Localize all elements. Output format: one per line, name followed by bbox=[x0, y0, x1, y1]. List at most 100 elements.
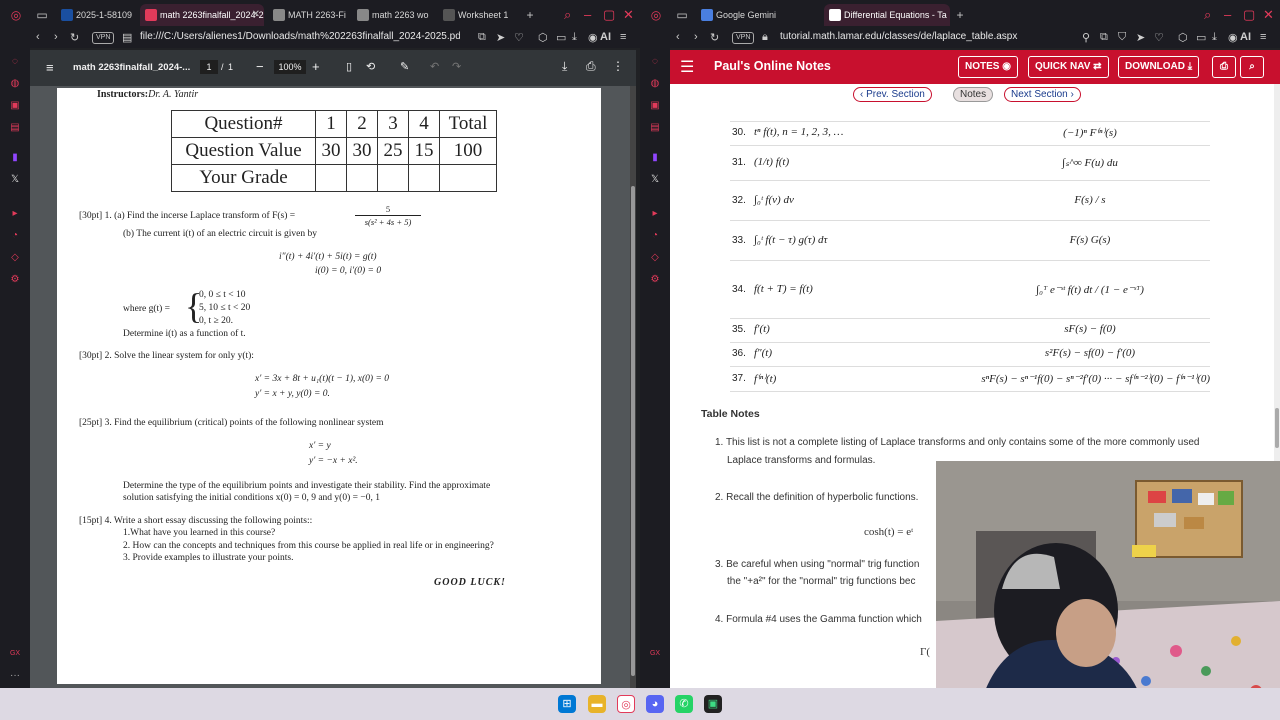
twitch-icon[interactable]: ▮ bbox=[9, 152, 21, 164]
close-window-icon[interactable]: ✕ bbox=[1263, 6, 1274, 24]
vpn-badge[interactable]: VPN bbox=[92, 32, 115, 44]
fit-page-icon[interactable]: ▯ bbox=[346, 60, 352, 73]
sidebar-app-icon[interactable]: ▤ bbox=[9, 122, 21, 134]
bookmarks-icon[interactable]: ◇ bbox=[9, 252, 21, 264]
camera-icon[interactable]: ◉ bbox=[588, 31, 598, 44]
gx-icon[interactable]: GX bbox=[649, 648, 661, 660]
player-icon[interactable]: ▸ bbox=[649, 208, 661, 220]
right-tab-2[interactable]: Differential Equations - Ta bbox=[824, 4, 950, 26]
minimize-icon[interactable]: – bbox=[1224, 6, 1231, 24]
right-tab-1[interactable]: Google Gemini bbox=[696, 4, 820, 26]
more-icon[interactable]: ··· bbox=[9, 670, 21, 682]
left-tab-1[interactable]: 2025-1-58109 bbox=[56, 4, 136, 26]
left-tab-4[interactable]: math 2263 wo bbox=[352, 4, 434, 26]
history-icon[interactable]: ◔ bbox=[649, 230, 661, 242]
notes-button[interactable]: NOTES ◉ bbox=[958, 56, 1018, 78]
quick-nav-button[interactable]: QUICK NAV ⇄ bbox=[1028, 56, 1109, 78]
maximize-icon[interactable]: ▢ bbox=[1243, 6, 1255, 24]
pdf-scrollbar-thumb[interactable] bbox=[631, 186, 635, 676]
download-icon[interactable]: ⤓ bbox=[572, 31, 577, 44]
forward-icon[interactable]: › bbox=[694, 31, 698, 43]
print-button[interactable]: ⎙ bbox=[1212, 56, 1236, 78]
whatsapp-icon[interactable]: ✆ bbox=[675, 695, 693, 713]
sidebar-app-icon[interactable]: ◍ bbox=[9, 78, 21, 90]
history-icon[interactable]: ◔ bbox=[9, 230, 21, 242]
prev-section-link[interactable]: ‹ Prev. Section bbox=[853, 87, 932, 102]
shield-icon[interactable]: ⛉ bbox=[1118, 31, 1126, 44]
back-icon[interactable]: ‹ bbox=[36, 31, 40, 43]
wallet-icon[interactable]: ▭ bbox=[556, 31, 566, 44]
send-icon[interactable]: ➤ bbox=[496, 31, 505, 44]
pin-icon[interactable]: ⚲ bbox=[1082, 31, 1090, 44]
back-icon[interactable]: ‹ bbox=[676, 31, 680, 43]
minimize-icon[interactable]: – bbox=[584, 6, 591, 24]
pdf-menu-icon[interactable]: ≡ bbox=[46, 60, 54, 75]
print-icon[interactable]: ⎙ bbox=[586, 59, 596, 74]
send-icon[interactable]: ➤ bbox=[1136, 31, 1145, 44]
menu-icon[interactable]: ≡ bbox=[620, 31, 626, 43]
left-tab-3[interactable]: MATH 2263-Fi bbox=[268, 4, 348, 26]
sidebar-app-icon[interactable]: ◍ bbox=[649, 78, 661, 90]
settings-icon[interactable]: ⚙ bbox=[649, 274, 661, 286]
extensions-icon[interactable]: ⬡ bbox=[538, 31, 548, 44]
next-section-link[interactable]: Next Section › bbox=[1004, 87, 1081, 102]
url-field[interactable]: tutorial.math.lamar.edu/classes/de/lapla… bbox=[780, 31, 1017, 42]
more-options-icon[interactable]: ⋮ bbox=[612, 59, 624, 73]
heart-icon[interactable]: ♡ bbox=[1154, 31, 1164, 44]
reload-icon[interactable]: ↻ bbox=[70, 31, 79, 44]
redo-icon[interactable]: ↷ bbox=[452, 60, 461, 73]
opera-gx-taskbar-icon[interactable]: ◎ bbox=[617, 695, 635, 713]
settings-icon[interactable]: ⚙ bbox=[9, 274, 21, 286]
sidebar-app-icon[interactable]: ▣ bbox=[9, 100, 21, 112]
camera-icon[interactable]: ◉ bbox=[1228, 31, 1238, 44]
search-tabs-icon[interactable]: ⌕ bbox=[564, 6, 571, 24]
search-tabs-icon[interactable]: ⌕ bbox=[1204, 6, 1211, 24]
pdf-download-icon[interactable]: ⤓ bbox=[562, 59, 567, 74]
new-tab-icon[interactable]: + bbox=[522, 7, 538, 23]
tab-menu-icon[interactable]: ▭ bbox=[674, 7, 690, 23]
url-field[interactable]: file:///C:/Users/alienes1/Downloads/math… bbox=[140, 31, 460, 42]
bookmarks-icon[interactable]: ◇ bbox=[649, 252, 661, 264]
player-icon[interactable]: ▸ bbox=[9, 208, 21, 220]
hamburger-menu-icon[interactable]: ☰ bbox=[680, 57, 694, 77]
left-tab-5[interactable]: Worksheet 1 bbox=[438, 4, 518, 26]
close-window-icon[interactable]: ✕ bbox=[623, 6, 634, 24]
download-icon[interactable]: ⤓ bbox=[1212, 31, 1217, 44]
x-twitter-icon[interactable]: 𝕏 bbox=[649, 174, 661, 186]
menu-icon[interactable]: ≡ bbox=[1260, 31, 1266, 43]
opera-logo-icon[interactable]: ◎ bbox=[648, 7, 664, 23]
new-tab-icon[interactable]: + bbox=[952, 7, 968, 23]
x-twitter-icon[interactable]: 𝕏 bbox=[9, 174, 21, 186]
rotate-icon[interactable]: ⟲ bbox=[366, 60, 375, 73]
left-tab-2[interactable]: math 2263finalfall_2024-2 ✕ bbox=[140, 4, 264, 26]
zoom-in-icon[interactable]: + bbox=[312, 59, 320, 74]
aria-ai-button[interactable]: AI bbox=[600, 31, 611, 43]
aria-icon[interactable]: ◌ bbox=[649, 56, 661, 68]
opera-logo-icon[interactable]: ◎ bbox=[8, 7, 24, 23]
pip-icon[interactable]: ⧉ bbox=[478, 31, 486, 44]
pdf-viewer-area[interactable]: Instructors:Dr. A. Yantir Question# 1 2 … bbox=[30, 86, 636, 688]
sidebar-app-icon[interactable]: ▣ bbox=[649, 100, 661, 112]
forward-icon[interactable]: › bbox=[54, 31, 58, 43]
maximize-icon[interactable]: ▢ bbox=[603, 6, 615, 24]
wallet-icon[interactable]: ▭ bbox=[1196, 31, 1206, 44]
sidebar-app-icon[interactable]: ▤ bbox=[649, 122, 661, 134]
page-number-input[interactable]: 1 bbox=[200, 60, 218, 74]
gx-icon[interactable]: GX bbox=[9, 648, 21, 660]
draw-icon[interactable]: ✎ bbox=[400, 60, 409, 73]
discord-icon[interactable]: ◕ bbox=[646, 695, 664, 713]
tab-menu-icon[interactable]: ▭ bbox=[34, 7, 50, 23]
undo-icon[interactable]: ↶ bbox=[430, 60, 439, 73]
vpn-badge[interactable]: VPN bbox=[732, 32, 755, 44]
page-scrollbar-thumb[interactable] bbox=[1275, 408, 1279, 448]
site-title[interactable]: Paul's Online Notes bbox=[714, 59, 831, 73]
close-tab-icon[interactable]: ✕ bbox=[252, 4, 260, 26]
aria-icon[interactable]: ◌ bbox=[9, 56, 21, 68]
extensions-icon[interactable]: ⬡ bbox=[1178, 31, 1188, 44]
app-taskbar-icon[interactable]: ▣ bbox=[704, 695, 722, 713]
windows-start-icon[interactable]: ⊞ bbox=[558, 695, 576, 713]
pip-icon[interactable]: ⧉ bbox=[1100, 31, 1108, 44]
aria-ai-button[interactable]: AI bbox=[1240, 31, 1251, 43]
zoom-out-icon[interactable]: − bbox=[256, 59, 264, 74]
notes-link[interactable]: Notes bbox=[953, 87, 994, 102]
